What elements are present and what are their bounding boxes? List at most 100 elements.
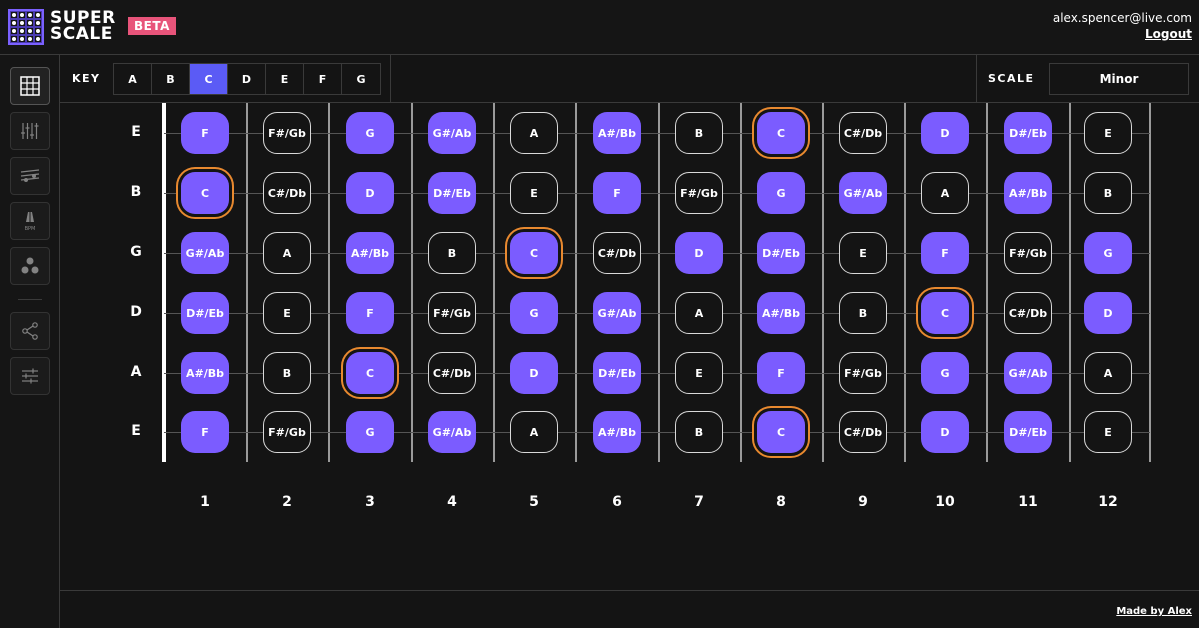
fret-note[interactable]: C#/Db xyxy=(428,352,476,394)
fret-note[interactable]: C#/Db xyxy=(839,411,887,453)
fret-note[interactable]: F xyxy=(181,411,229,453)
fret-note[interactable]: E xyxy=(510,172,558,214)
fret-note[interactable]: G xyxy=(1084,232,1132,274)
fret-note[interactable]: D#/Eb xyxy=(181,292,229,334)
fret-note[interactable]: G#/Ab xyxy=(593,292,641,334)
fret-note[interactable]: D xyxy=(921,411,969,453)
fret-note[interactable]: B xyxy=(839,292,887,334)
fret-note[interactable]: C#/Db xyxy=(593,232,641,274)
fret-note[interactable]: D#/Eb xyxy=(428,172,476,214)
fret-note[interactable]: E xyxy=(675,352,723,394)
fret-wire xyxy=(986,103,988,462)
made-by-link[interactable]: Made by Alex xyxy=(1116,606,1192,617)
equalizer-button[interactable] xyxy=(10,112,50,150)
fret-note[interactable]: D xyxy=(675,232,723,274)
fret-note[interactable]: D#/Eb xyxy=(1004,112,1052,154)
fret-note[interactable]: B xyxy=(263,352,311,394)
fret-note[interactable]: A xyxy=(263,232,311,274)
key-button-d[interactable]: D xyxy=(228,64,266,94)
scale-select[interactable]: Minor xyxy=(1049,63,1189,95)
fret-note[interactable]: F xyxy=(346,292,394,334)
fret-note[interactable]: F xyxy=(593,172,641,214)
fret-note[interactable]: D#/Eb xyxy=(757,232,805,274)
fret-note[interactable]: A xyxy=(921,172,969,214)
fret-note[interactable]: A#/Bb xyxy=(593,411,641,453)
fret-note[interactable]: A#/Bb xyxy=(346,232,394,274)
fret-note[interactable]: A#/Bb xyxy=(593,112,641,154)
logo-cell xyxy=(34,19,42,27)
root-note[interactable]: C xyxy=(757,112,805,154)
fret-note[interactable]: B xyxy=(428,232,476,274)
fret-note[interactable]: D xyxy=(921,112,969,154)
root-note[interactable]: C xyxy=(510,232,558,274)
fret-note[interactable]: A xyxy=(675,292,723,334)
fret-note[interactable]: G#/Ab xyxy=(181,232,229,274)
root-note[interactable]: C xyxy=(346,352,394,394)
fret-number: 8 xyxy=(776,494,786,510)
fret-note[interactable]: D xyxy=(510,352,558,394)
fretboard: E F F#/Gb G G#/Ab A A#/Bb B C C#/Db D D#/Eb E B C C#/Db… xyxy=(60,103,1199,590)
root-note[interactable]: C xyxy=(757,411,805,453)
fret-note[interactable]: A xyxy=(510,112,558,154)
fret-note[interactable]: B xyxy=(1084,172,1132,214)
fret-note[interactable]: B xyxy=(675,112,723,154)
fret-note[interactable]: D xyxy=(346,172,394,214)
fret-note[interactable]: G xyxy=(757,172,805,214)
settings-button[interactable] xyxy=(10,357,50,395)
fret-note[interactable]: G xyxy=(921,352,969,394)
fret-note[interactable]: C#/Db xyxy=(263,172,311,214)
fret-note[interactable]: F xyxy=(921,232,969,274)
fret-note[interactable]: A#/Bb xyxy=(1004,172,1052,214)
fret-note[interactable]: B xyxy=(675,411,723,453)
fret-note[interactable]: E xyxy=(1084,411,1132,453)
fret-note[interactable]: A xyxy=(510,411,558,453)
fret-note[interactable]: G#/Ab xyxy=(1004,352,1052,394)
fret-wire xyxy=(1149,103,1151,462)
fret-note[interactable]: G#/Ab xyxy=(428,411,476,453)
footer: Made by Alex xyxy=(60,590,1199,628)
fret-note[interactable]: F#/Gb xyxy=(263,112,311,154)
string-label: B xyxy=(130,184,142,200)
key-button-e[interactable]: E xyxy=(266,64,304,94)
fret-note[interactable]: G xyxy=(510,292,558,334)
fret-note[interactable]: A#/Bb xyxy=(757,292,805,334)
fret-note[interactable]: C#/Db xyxy=(1004,292,1052,334)
circles-button[interactable] xyxy=(10,247,50,285)
root-note[interactable]: C xyxy=(181,172,229,214)
fret-note[interactable]: G#/Ab xyxy=(839,172,887,214)
fret-note[interactable]: F#/Gb xyxy=(1004,232,1052,274)
sliders-icon xyxy=(22,368,38,384)
fret-note[interactable]: F#/Gb xyxy=(839,352,887,394)
fret-note[interactable]: C#/Db xyxy=(839,112,887,154)
fret-note[interactable]: F#/Gb xyxy=(428,292,476,334)
fret-note[interactable]: A xyxy=(1084,352,1132,394)
share-button[interactable] xyxy=(10,312,50,350)
key-button-a[interactable]: A xyxy=(114,64,152,94)
metronome-button[interactable]: BPM xyxy=(10,202,50,240)
logo-cell xyxy=(34,35,42,43)
fret-note[interactable]: G#/Ab xyxy=(428,112,476,154)
fret-note[interactable]: E xyxy=(1084,112,1132,154)
key-button-g[interactable]: G xyxy=(342,64,380,94)
key-button-f[interactable]: F xyxy=(304,64,342,94)
fret-note[interactable]: D#/Eb xyxy=(593,352,641,394)
fret-note[interactable]: D#/Eb xyxy=(1004,411,1052,453)
fretboard-view-button[interactable] xyxy=(10,67,50,105)
fret-note[interactable]: D xyxy=(1084,292,1132,334)
fret-note[interactable]: G xyxy=(346,411,394,453)
fret-note[interactable]: F xyxy=(757,352,805,394)
root-note[interactable]: C xyxy=(921,292,969,334)
fret-wire xyxy=(904,103,906,462)
logout-link[interactable]: Logout xyxy=(1145,27,1192,41)
fret-note[interactable]: F#/Gb xyxy=(675,172,723,214)
fret-note[interactable]: E xyxy=(839,232,887,274)
key-button-b[interactable]: B xyxy=(152,64,190,94)
fret-note[interactable]: E xyxy=(263,292,311,334)
fret-note[interactable]: G xyxy=(346,112,394,154)
key-button-c[interactable]: C xyxy=(190,64,228,94)
fret-note[interactable]: F#/Gb xyxy=(263,411,311,453)
notation-button[interactable] xyxy=(10,157,50,195)
fret-note[interactable]: F xyxy=(181,112,229,154)
fret-note[interactable]: A#/Bb xyxy=(181,352,229,394)
toolbar-divider xyxy=(390,55,391,103)
